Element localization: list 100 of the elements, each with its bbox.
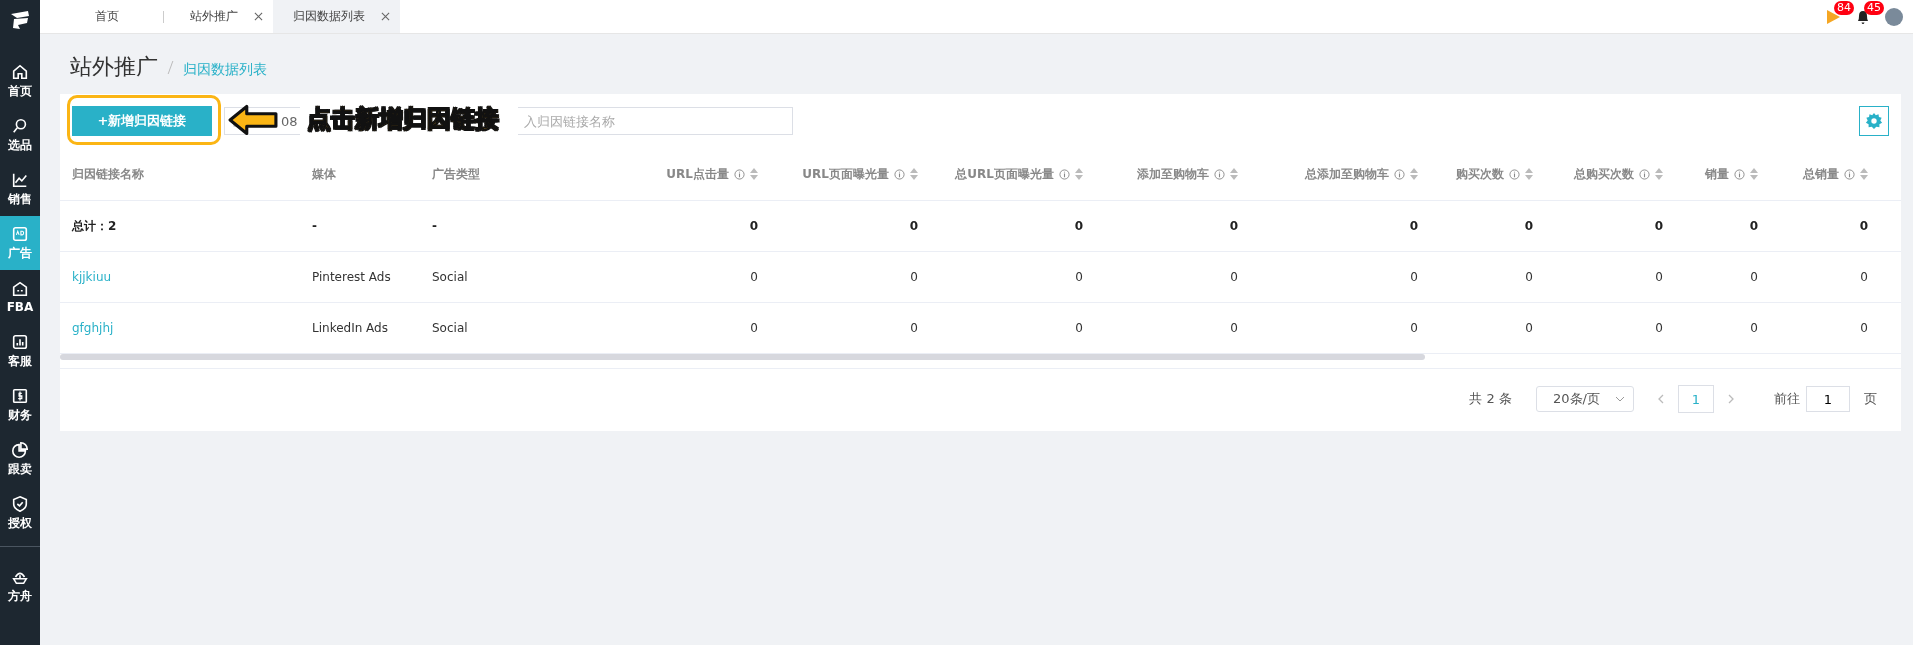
sidebar-item[interactable]: 选品	[0, 108, 40, 162]
column-header: 归因链接名称	[72, 165, 144, 183]
sort-icon[interactable]	[1525, 168, 1533, 180]
total-count: 共 2 条	[1469, 390, 1512, 408]
info-icon	[1509, 168, 1520, 180]
table-cell: LinkedIn Ads	[312, 321, 388, 335]
sidebar-item[interactable]: 首页	[0, 54, 40, 108]
arrow-icon	[228, 104, 278, 136]
column-header: URL点击量	[666, 165, 729, 183]
info-icon	[1214, 168, 1225, 180]
tab-label: 首页	[95, 8, 119, 25]
page-size-select[interactable]: 20条/页	[1536, 386, 1634, 412]
caret-icon	[1615, 396, 1625, 402]
sidebar-item[interactable]: 方舟	[0, 559, 40, 613]
tab[interactable]: 站外推广	[164, 0, 273, 33]
column-header: 添加至购物车	[1137, 165, 1209, 183]
tab[interactable]: 归因数据列表	[273, 0, 400, 33]
previous-icon[interactable]	[1658, 394, 1664, 404]
close-icon[interactable]	[381, 12, 390, 21]
total-cell: 0	[1229, 219, 1238, 233]
tab-label: 归因数据列表	[293, 8, 365, 25]
shield-icon	[11, 494, 29, 513]
sidebar-item[interactable]: 授权	[0, 486, 40, 540]
table-cell: Social	[432, 321, 468, 335]
page-input[interactable]: 1	[1806, 386, 1850, 412]
sort-icon[interactable]	[750, 168, 758, 180]
sidebar-item[interactable]: FBA	[0, 270, 40, 324]
total-cell: -	[312, 219, 317, 233]
pie-chart-icon	[11, 440, 29, 459]
column-header: 总添加至购物车	[1305, 165, 1389, 183]
total-cell: 0	[1749, 219, 1758, 233]
table-cell: 0	[1410, 270, 1418, 284]
table-cell: 0	[1860, 321, 1868, 335]
info-icon	[1394, 168, 1405, 180]
sort-icon[interactable]	[910, 168, 918, 180]
settings-icon	[1865, 112, 1883, 130]
scrollbar[interactable]	[60, 354, 1425, 360]
column-header: 总URL页面曝光量	[955, 165, 1054, 183]
next-icon[interactable]	[1728, 394, 1734, 404]
total-cell: 总计：2	[72, 217, 117, 235]
table-cell: 0	[1655, 270, 1663, 284]
table-cell: 0	[910, 270, 918, 284]
info-icon	[1059, 168, 1070, 180]
search-field[interactable]: 入归因链接名称	[518, 107, 793, 135]
table-cell: 0	[1750, 270, 1758, 284]
total-cell: -	[432, 219, 437, 233]
column-header: 广告类型	[432, 165, 480, 183]
info-icon	[734, 168, 745, 180]
table-cell: 0	[1230, 321, 1238, 335]
column-header: 总购买次数	[1574, 165, 1634, 183]
sidebar-item[interactable]: 财务	[0, 378, 40, 432]
tab[interactable]: 首页	[58, 0, 163, 33]
sort-icon[interactable]	[1230, 168, 1238, 180]
dollar-icon	[11, 386, 29, 405]
total-cell: 0	[1524, 219, 1533, 233]
sort-icon[interactable]	[1860, 168, 1868, 180]
settings-button[interactable]	[1859, 106, 1889, 136]
tab-label: 站外推广	[190, 8, 238, 25]
info-icon	[1844, 168, 1855, 180]
avatar[interactable]	[1885, 7, 1903, 26]
box-icon	[11, 280, 29, 298]
annotation-text: 点击新增归因链接	[307, 104, 499, 135]
table-cell: 0	[1410, 321, 1418, 335]
column-header: URL页面曝光量	[802, 165, 889, 183]
search-icon	[11, 116, 29, 135]
info-icon	[1639, 168, 1650, 180]
close-icon[interactable]	[254, 12, 263, 21]
total-cell: 0	[909, 219, 918, 233]
sort-icon[interactable]	[1410, 168, 1418, 180]
info-icon	[1734, 168, 1745, 180]
table-cell: 0	[1075, 270, 1083, 284]
sort-icon[interactable]	[1655, 168, 1663, 180]
table-cell: 0	[1075, 321, 1083, 335]
table-cell: Social	[432, 270, 468, 284]
ad-icon	[11, 224, 29, 243]
goto-label: 前往	[1774, 390, 1800, 408]
table-cell: 0	[1230, 270, 1238, 284]
total-cell: 0	[1654, 219, 1663, 233]
table-cell: 0	[910, 321, 918, 335]
home-icon	[11, 62, 29, 81]
table-cell: 0	[1655, 321, 1663, 335]
total-cell: 0	[1409, 219, 1418, 233]
page-suffix: 页	[1864, 390, 1877, 408]
table-cell: 0	[1750, 321, 1758, 335]
table-cell: 0	[1525, 270, 1533, 284]
column-header: 媒体	[312, 165, 336, 183]
column-header: 购买次数	[1456, 165, 1504, 183]
sidebar-item[interactable]: 销售	[0, 162, 40, 216]
count-badge: 84	[1834, 0, 1854, 15]
table-cell: 0	[750, 270, 758, 284]
column-header: 总销量	[1803, 165, 1839, 183]
total-cell: 0	[1074, 219, 1083, 233]
sort-icon[interactable]	[1075, 168, 1083, 180]
count-badge: 45	[1864, 0, 1884, 15]
total-cell: 0	[1859, 219, 1868, 233]
sidebar-item[interactable]: 跟卖	[0, 432, 40, 486]
table-cell: Pinterest Ads	[312, 270, 391, 284]
sidebar-item[interactable]: 客服	[0, 324, 40, 378]
sort-icon[interactable]	[1750, 168, 1758, 180]
table-cell: 0	[1860, 270, 1868, 284]
